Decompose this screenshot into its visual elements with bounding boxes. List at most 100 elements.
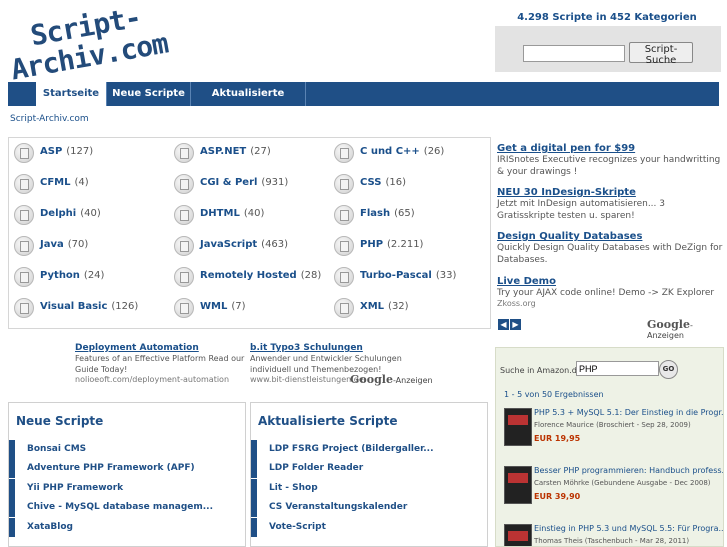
category-count: (2.211) — [387, 239, 424, 250]
site-logo[interactable]: Script- Archiv.com — [8, 1, 178, 87]
category-link[interactable]: Visual Basic — [40, 301, 107, 312]
category-link[interactable]: WML — [200, 301, 227, 312]
category-link[interactable]: ASP.NET — [200, 146, 246, 157]
category-count: (16) — [385, 177, 407, 188]
category-label: ASP (127) — [40, 146, 93, 157]
category-link[interactable]: Remotely Hosted — [200, 270, 297, 281]
folder-icon — [334, 143, 354, 163]
panel-title: Neue Scripte — [16, 414, 104, 428]
category-label: DHTML (40) — [200, 208, 264, 219]
ad-title[interactable]: Live Demo — [497, 276, 723, 287]
folder-icon — [174, 267, 194, 287]
nav-neue-scripte[interactable]: Neue Scripte — [107, 82, 191, 106]
category-link[interactable]: Delphi — [40, 208, 76, 219]
list-item[interactable]: Adventure PHP Framework (APF) — [9, 459, 245, 478]
folder-icon — [14, 236, 34, 256]
category-link[interactable]: JavaScript — [200, 239, 257, 250]
aktualisierte-scripte-panel: Aktualisierte Scripte LDP FSRG Project (… — [250, 402, 488, 547]
category-label: Remotely Hosted (28) — [200, 270, 321, 281]
ad-item[interactable]: Live Demo Try your AJAX code online! Dem… — [497, 276, 723, 308]
amazon-go-button[interactable]: GO — [659, 360, 678, 379]
category-label: JavaScript (463) — [200, 239, 288, 250]
category-link[interactable]: C und C++ — [360, 146, 420, 157]
category-count: (70) — [67, 239, 89, 250]
book-cover[interactable] — [504, 466, 532, 504]
neue-scripte-panel: Neue Scripte Bonsai CMS Adventure PHP Fr… — [8, 402, 246, 547]
category-count: (127) — [66, 146, 94, 157]
category-link[interactable]: ASP — [40, 146, 62, 157]
book-author: Carsten Möhrke (Gebundene Ausgabe - Dec … — [534, 479, 711, 487]
amazon-search-input[interactable] — [576, 361, 659, 376]
breadcrumb[interactable]: Script-Archiv.com — [10, 114, 89, 124]
search-input[interactable] — [523, 45, 625, 62]
ad-title[interactable]: Design Quality Databases — [497, 231, 723, 242]
category-label: Flash (65) — [360, 208, 415, 219]
category-label: Visual Basic (126) — [40, 301, 138, 312]
ad-item[interactable]: NEU 30 InDesign-Skripte Jetzt mit InDesi… — [497, 187, 723, 222]
ad-item[interactable]: Design Quality Databases Quickly Design … — [497, 231, 723, 266]
list-item[interactable]: Bonsai CMS — [9, 440, 245, 459]
ad-item[interactable]: Get a digital pen for $99 IRISnotes Exec… — [497, 143, 723, 178]
search-button[interactable]: Script-Suche — [629, 42, 693, 66]
category-link[interactable]: DHTML — [200, 208, 240, 219]
book-cover[interactable] — [504, 408, 532, 446]
amazon-item[interactable]: Einstieg in PHP 5.3 und MySQL 5.5: Für P… — [504, 522, 723, 546]
category-label: ASP.NET (27) — [200, 146, 271, 157]
folder-icon — [334, 298, 354, 318]
ad-desc: Jetzt mit InDesign automatisieren... 3 G… — [497, 199, 665, 221]
ad-title[interactable]: b.it Typo3 Schulungen — [250, 343, 425, 353]
ad-url[interactable]: nolioeoft.com/deployment-automation — [75, 375, 250, 384]
list-item[interactable]: CS Veranstaltungskalender — [251, 498, 487, 517]
folder-icon — [174, 143, 194, 163]
ads-suffix: -Anzeigen — [392, 376, 433, 385]
folder-icon — [334, 174, 354, 194]
category-link[interactable]: Turbo-Pascal — [360, 270, 432, 281]
list-item[interactable]: Vote-Script — [251, 518, 487, 537]
ad-next-button[interactable]: ▶ — [510, 319, 521, 330]
amazon-item[interactable]: Besser PHP programmieren: Handbuch profe… — [504, 464, 723, 514]
category-link[interactable]: CFML — [40, 177, 71, 188]
ad-title[interactable]: NEU 30 InDesign-Skripte — [497, 187, 723, 198]
folder-icon — [334, 267, 354, 287]
category-link[interactable]: CGI & Perl — [200, 177, 257, 188]
category-link[interactable]: PHP — [360, 239, 383, 250]
list-item[interactable]: XataBlog — [9, 518, 245, 537]
category-link[interactable]: Python — [40, 270, 80, 281]
category-link[interactable]: CSS — [360, 177, 381, 188]
category-link[interactable]: Java — [40, 239, 64, 250]
category-count: (40) — [243, 208, 265, 219]
category-label: XML (32) — [360, 301, 409, 312]
category-link[interactable]: Flash — [360, 208, 390, 219]
category-label: Turbo-Pascal (33) — [360, 270, 456, 281]
list-item[interactable]: Lit - Shop — [251, 479, 487, 498]
mid-ad-item[interactable]: Deployment Automation Features of an Eff… — [75, 343, 250, 384]
category-count: (26) — [423, 146, 445, 157]
nav-startseite[interactable]: Startseite — [36, 82, 107, 106]
list-item[interactable]: Chive - MySQL database managem... — [9, 498, 245, 517]
category-label: PHP (2.211) — [360, 239, 423, 250]
category-label: C und C++ (26) — [360, 146, 444, 157]
folder-icon — [14, 143, 34, 163]
book-title[interactable]: Besser PHP programmieren: Handbuch profe… — [534, 466, 723, 475]
nav-aktualisierte-scripte[interactable]: Aktualisierte Scripte — [191, 82, 306, 123]
category-link[interactable]: XML — [360, 301, 384, 312]
ad-prev-button[interactable]: ◀ — [498, 319, 509, 330]
book-title[interactable]: Einstieg in PHP 5.3 und MySQL 5.5: Für P… — [534, 524, 723, 533]
ad-title[interactable]: Deployment Automation — [75, 343, 250, 353]
google-ads-label-mid[interactable]: Google-Anzeigen — [350, 373, 433, 386]
google-ads-label[interactable]: Google-Anzeigen — [647, 318, 727, 340]
ad-url[interactable]: Zkoss.org — [497, 299, 723, 308]
ad-title[interactable]: Get a digital pen for $99 — [497, 143, 723, 154]
amazon-item[interactable]: PHP 5.3 + MySQL 5.1: Der Einstieg in die… — [504, 406, 723, 456]
book-author: Florence Maurice (Broschiert - Sep 28, 2… — [534, 421, 691, 429]
book-cover[interactable] — [504, 524, 532, 546]
category-count: (126) — [111, 301, 139, 312]
book-title[interactable]: PHP 5.3 + MySQL 5.1: Der Einstieg in die… — [534, 408, 723, 417]
list-item[interactable]: LDP Folder Reader — [251, 459, 487, 478]
list-item[interactable]: Yii PHP Framework — [9, 479, 245, 498]
book-author: Thomas Theis (Taschenbuch - Mar 28, 2011… — [534, 537, 690, 545]
amazon-result-count: 1 - 5 von 50 Ergebnissen — [504, 390, 604, 399]
category-count: (4) — [74, 177, 89, 188]
site-stats: 4.298 Scripte in 452 Kategorien — [517, 12, 697, 23]
list-item[interactable]: LDP FSRG Project (Bildergaller... — [251, 440, 487, 459]
